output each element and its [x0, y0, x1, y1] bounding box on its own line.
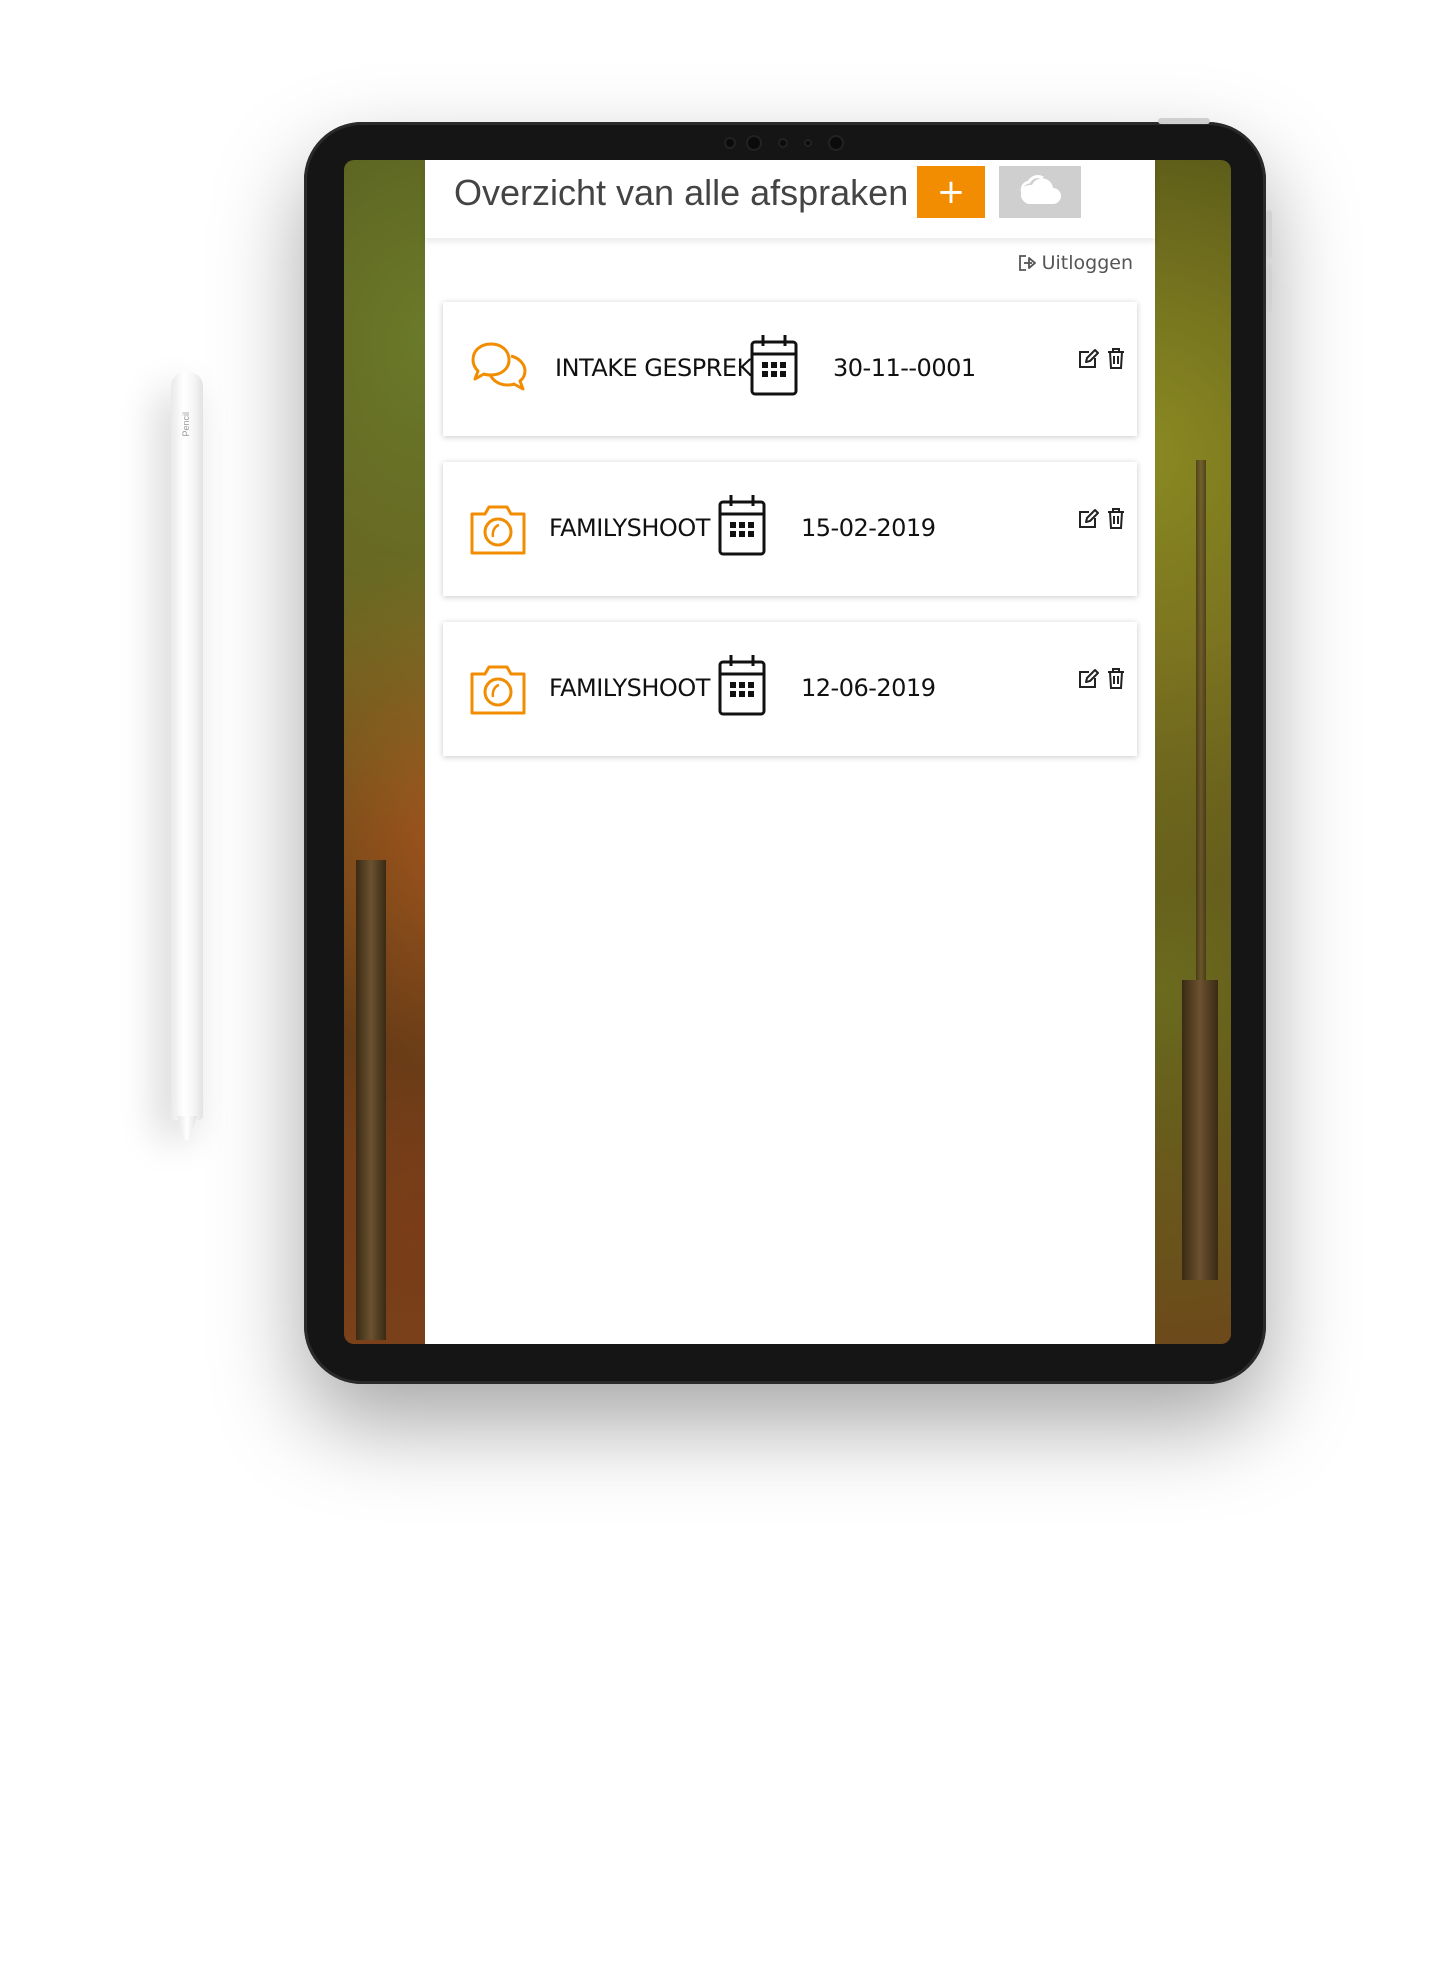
- appointment-card[interactable]: INTAKE GESPREK 30-11--0001: [443, 302, 1137, 436]
- logout-link[interactable]: Uitloggen: [1018, 252, 1133, 274]
- appointment-card[interactable]: FAMILYSHOOT 12-06-2019: [443, 622, 1137, 756]
- camera-icon: [470, 505, 526, 555]
- appointment-date: 12-06-2019: [801, 674, 936, 702]
- ipad-volume-up: [1266, 210, 1272, 258]
- appointment-date: 30-11--0001: [833, 354, 976, 382]
- cloud-icon: [1020, 175, 1061, 204]
- appointment-date: 15-02-2019: [801, 514, 936, 542]
- sign-out-icon: [1018, 255, 1036, 271]
- add-appointment-button[interactable]: +: [917, 166, 985, 218]
- edit-icon[interactable]: [1077, 348, 1099, 370]
- appointment-type: INTAKE GESPREK: [555, 354, 752, 382]
- calendar-icon: [718, 655, 766, 716]
- trash-icon[interactable]: [1107, 507, 1125, 529]
- apple-pencil: Pencil: [171, 372, 203, 1120]
- tree-trunk: [1182, 980, 1218, 1280]
- ipad-screen: Overzicht van alle afspraken + Uitloggen: [344, 160, 1231, 1344]
- tree-trunk: [356, 860, 386, 1340]
- appointment-type: FAMILYSHOOT: [549, 514, 710, 542]
- ipad-volume-down: [1266, 264, 1272, 312]
- appointment-card[interactable]: FAMILYSHOOT 15-02-2019: [443, 462, 1137, 596]
- trash-icon[interactable]: [1107, 347, 1125, 369]
- logout-label: Uitloggen: [1041, 252, 1133, 274]
- ipad-top-button: [1158, 118, 1210, 124]
- camera-bar: [720, 134, 860, 152]
- chat-bubbles-icon: [471, 342, 527, 391]
- appointment-type: FAMILYSHOOT: [549, 674, 710, 702]
- cloud-button[interactable]: [999, 166, 1081, 218]
- calendar-icon: [718, 495, 766, 556]
- page-title: Overzicht van alle afspraken: [454, 172, 909, 213]
- trash-icon[interactable]: [1107, 667, 1125, 689]
- camera-icon: [470, 665, 526, 715]
- edit-icon[interactable]: [1077, 508, 1099, 530]
- tree-trunk: [1196, 460, 1206, 980]
- calendar-icon: [750, 335, 798, 396]
- edit-icon[interactable]: [1077, 668, 1099, 690]
- header: Overzicht van alle afspraken +: [425, 160, 1155, 238]
- pencil-label: Pencil: [181, 412, 191, 437]
- app-panel: Overzicht van alle afspraken + Uitloggen: [425, 160, 1155, 1344]
